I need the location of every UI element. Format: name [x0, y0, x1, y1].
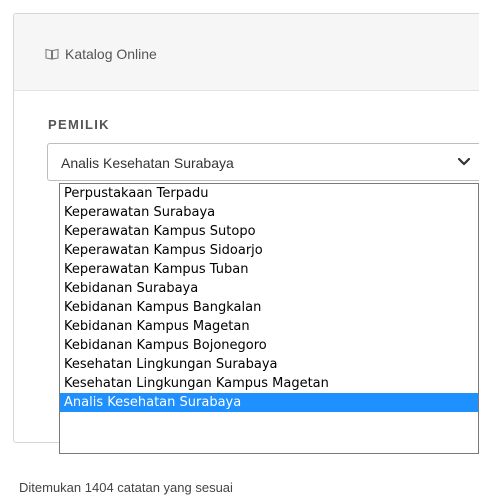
panel-heading: Katalog Online	[14, 14, 479, 91]
dropdown-option[interactable]: Kesehatan Lingkungan Surabaya	[60, 355, 478, 374]
dropdown-option[interactable]: Kebidanan Kampus Magetan	[60, 317, 478, 336]
dropdown-option[interactable]: Analis Kesehatan Surabaya	[60, 393, 478, 412]
chevron-down-icon	[457, 157, 471, 166]
dropdown-option[interactable]: Keperawatan Kampus Sidoarjo	[60, 241, 478, 260]
owner-select[interactable]: Analis Kesehatan Surabaya	[47, 143, 479, 181]
dropdown-option[interactable]: Keperawatan Surabaya	[60, 203, 478, 222]
panel-title: Katalog Online	[65, 46, 157, 62]
owner-select-value: Analis Kesehatan Surabaya	[61, 155, 234, 171]
dropdown-option[interactable]: Kebidanan Kampus Bojonegoro	[60, 336, 478, 355]
book-icon	[45, 48, 59, 60]
results-count-text: Ditemukan 1404 catatan yang sesuai	[19, 480, 233, 495]
owner-field-label: PEMILIK	[48, 117, 110, 132]
dropdown-option[interactable]: Keperawatan Kampus Tuban	[60, 260, 478, 279]
dropdown-option[interactable]: Kebidanan Surabaya	[60, 279, 478, 298]
dropdown-option[interactable]: Kesehatan Lingkungan Kampus Magetan	[60, 374, 478, 393]
dropdown-option[interactable]: Kebidanan Kampus Bangkalan	[60, 298, 478, 317]
owner-dropdown-list[interactable]: Perpustakaan Terpadu Keperawatan Surabaya…	[59, 183, 479, 454]
dropdown-option[interactable]: Keperawatan Kampus Sutopo	[60, 222, 478, 241]
dropdown-option[interactable]: Perpustakaan Terpadu	[60, 184, 478, 203]
